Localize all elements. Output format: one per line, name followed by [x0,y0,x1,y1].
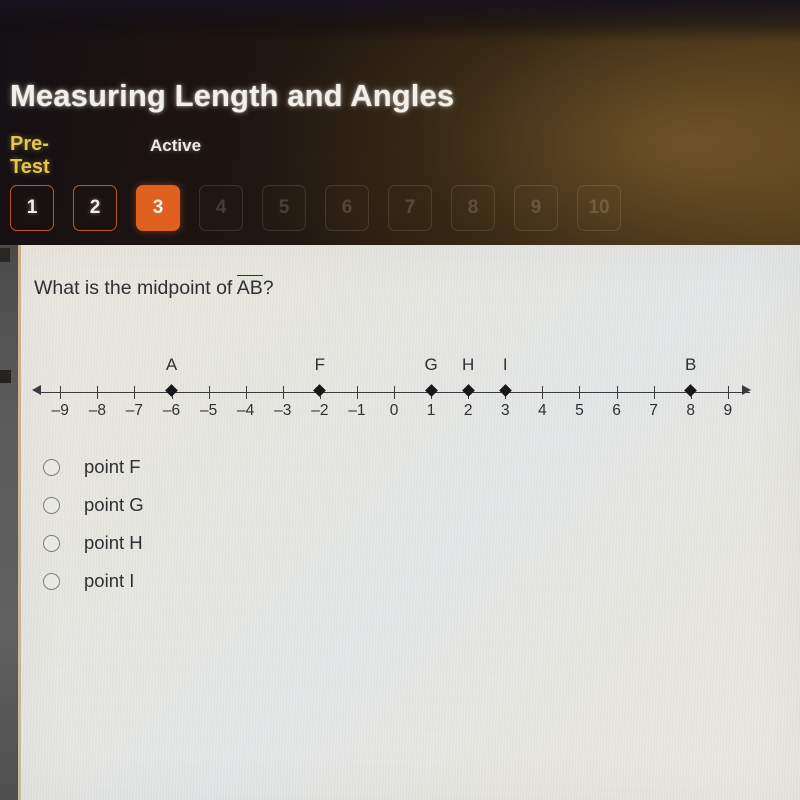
header-top-gradient [0,0,800,42]
device-edge-mark-top [0,248,10,262]
question-tab-6[interactable]: 6 [325,185,369,231]
radio-button-icon[interactable] [43,572,60,590]
axis-tick-label: –9 [51,402,69,419]
question-tab-label: 10 [588,197,610,218]
page-title: Measuring Length and Angles [10,78,455,113]
axis-tick-label: 6 [612,402,621,419]
lesson-header: Measuring Length and Angles Pre-Test Act… [0,0,800,246]
status-badge: Active [150,136,202,155]
axis-tick [282,386,284,399]
axis-tick-label: 3 [500,402,510,419]
plotted-point-F [313,384,327,397]
axis-tick-label: 9 [723,402,733,419]
axis-tick-label: –1 [348,402,366,419]
axis-tick-label: 0 [389,402,399,419]
axis-tick [394,386,395,399]
segment-notation: AB [236,275,263,299]
screenshot-root: Measuring Length and Angles Pre-Test Act… [0,0,800,800]
number-line-figure: –9 –8 –7 –6 –5 –4 –3 –2 –1 0 1 2 3 4 5 6 7 8 9 A F G H I B [18,355,800,425]
axis-tick [97,386,99,399]
radio-button-icon[interactable] [43,496,60,514]
answer-choice-label: point H [84,532,143,553]
plotted-point-label-G: G [424,355,438,374]
plotted-point-label-F: F [314,355,326,374]
plotted-point-H [461,384,475,397]
axis-tick [208,386,210,399]
axis-tick-label: 4 [538,402,547,419]
plotted-point-label-H: H [462,355,475,374]
question-tab-9[interactable]: 9 [514,185,558,231]
radio-button-icon[interactable] [43,458,60,476]
axis-tick-label: –3 [274,402,292,419]
device-left-bezel [0,245,18,800]
answer-choice-label: point F [84,456,141,477]
question-tab-label: 6 [341,197,353,218]
answer-choice[interactable]: point I [38,562,144,600]
axis-tick [542,386,544,399]
answer-choice[interactable]: point H [38,524,144,562]
question-tab-7[interactable]: 7 [388,185,432,231]
lesson-type-label: Pre-Test [10,133,50,178]
question-tab-10[interactable]: 10 [577,185,621,231]
question-tab-label: 1 [26,197,38,218]
device-edge-mark-mid [0,370,11,383]
axis-tick [60,386,62,399]
question-tab-label: 9 [530,197,542,218]
plotted-point-label-B: B [684,355,697,374]
sheet-left-edge [18,245,21,800]
axis-tick [727,386,729,399]
plotted-point-G [424,384,438,397]
axis-tick [134,386,136,399]
question-content-area: What is the midpoint of AB? –9 –8 –7 –6 –5 –4… [18,245,800,800]
question-text-before: What is the midpoint of [34,277,237,299]
answer-choice-label: point I [84,570,135,591]
radio-button-icon[interactable] [43,534,60,552]
axis-tick [245,386,247,399]
answer-choice[interactable]: point G [38,486,144,524]
question-tab-3[interactable]: 3 [136,185,180,231]
axis-tick-label: –2 [311,402,329,419]
question-tab-4[interactable]: 4 [199,185,243,231]
axis-tick-label: 8 [686,402,695,419]
answer-choice-list: point F point G point H point I [38,448,144,600]
axis-tick-label: –8 [88,402,106,419]
plotted-point-label-A: A [165,355,178,374]
axis-tick-label: 5 [575,402,584,419]
axis-tick-label: 2 [463,402,473,419]
question-tab-5[interactable]: 5 [262,185,306,231]
axis-tick-label: –6 [162,402,181,419]
axis-tick [616,386,618,399]
axis-tick [356,386,358,399]
axis-tick [579,386,581,399]
question-tab-label: 5 [278,197,290,218]
axis-tick-label: –7 [125,402,144,419]
arrow-right-icon [742,385,751,395]
plotted-point-label-I: I [502,355,508,374]
question-tab-label: 3 [152,197,164,218]
question-tab-8[interactable]: 8 [451,185,495,231]
question-prompt: What is the midpoint of AB? [34,275,274,300]
axis-tick-label: –5 [199,402,218,419]
answer-choice-label: point G [84,494,144,515]
axis-tick-label: 7 [649,402,658,419]
arrow-left-icon [32,385,41,395]
question-tab-label: 7 [404,197,416,218]
question-tab-label: 2 [89,197,101,218]
question-tab-label: 8 [467,197,479,218]
question-tab-2[interactable]: 2 [73,185,117,231]
plotted-point-I [498,384,512,397]
axis-tick-label: 1 [426,402,436,419]
plotted-point-B [684,384,698,397]
axis-tick [653,386,655,399]
question-text-after: ? [262,277,274,299]
question-tab-label: 4 [215,197,227,218]
question-tab-1[interactable]: 1 [10,185,54,231]
plotted-point-A [165,384,178,397]
answer-choice[interactable]: point F [38,448,144,486]
axis-tick-label: –4 [237,402,255,419]
